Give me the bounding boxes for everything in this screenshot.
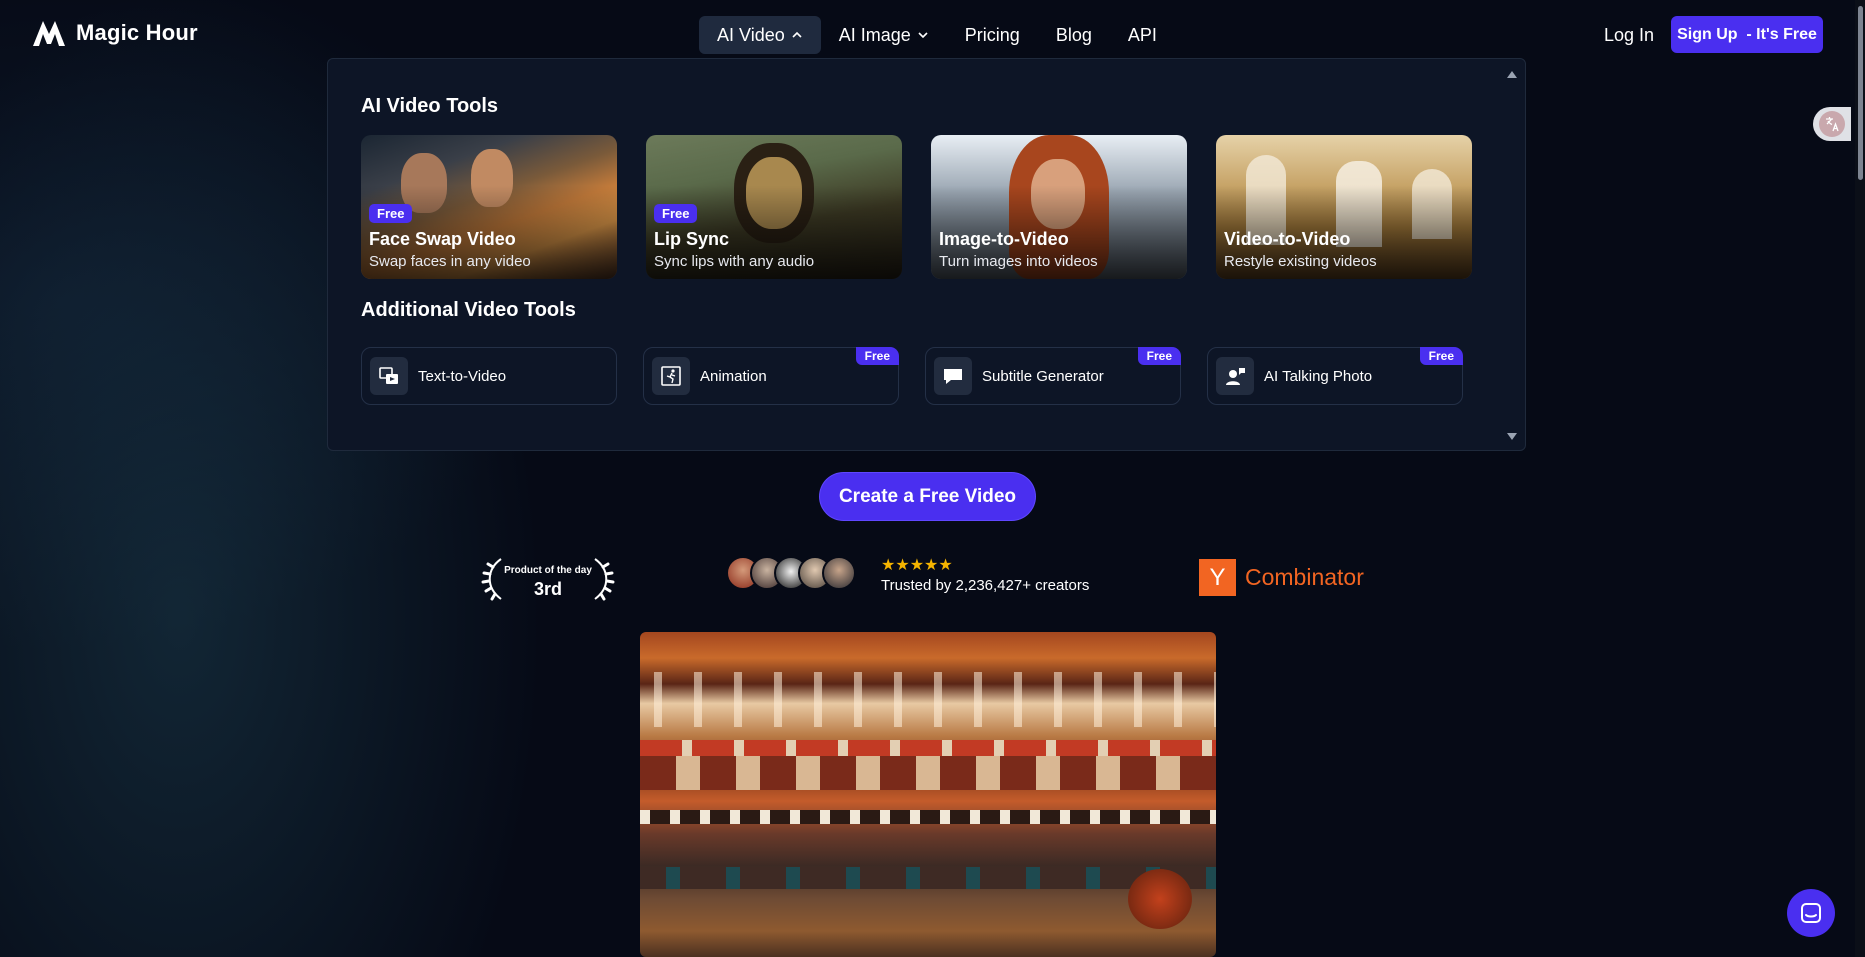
nav-ai-image-label: AI Image	[838, 25, 911, 45]
tool-label: Subtitle Generator	[982, 367, 1104, 385]
tool-subtitle-generator[interactable]: Subtitle Generator Free	[925, 347, 1181, 405]
dropdown-scroll-up-icon[interactable]	[1507, 71, 1517, 78]
tool-label: Text-to-Video	[418, 367, 507, 385]
dropdown-scroll-down-icon[interactable]	[1507, 433, 1517, 440]
create-free-video-button[interactable]: Create a Free Video	[820, 473, 1035, 520]
yc-icon: Y	[1199, 559, 1236, 596]
animation-icon	[652, 357, 690, 395]
free-badge: Free	[1419, 347, 1463, 365]
talking-person-icon	[1216, 357, 1254, 395]
card-title: Image-to-Video	[939, 229, 1069, 249]
avatar	[822, 556, 856, 590]
card-title: Face Swap Video	[369, 229, 516, 249]
card-subtitle: Restyle existing videos	[1224, 253, 1377, 270]
tool-animation[interactable]: Animation Free	[643, 347, 899, 405]
brand-name: Magic Hour	[76, 20, 198, 45]
free-badge: Free	[1137, 347, 1181, 365]
translate-icon	[1819, 111, 1845, 137]
y-combinator-logo: Y Combinator	[1199, 559, 1364, 596]
card-face-swap-video[interactable]: Free Face Swap Video Swap faces in any v…	[361, 135, 617, 279]
product-of-the-day-badge[interactable]: Product of the day 3rd	[481, 557, 615, 601]
nav-api[interactable]: API	[1110, 16, 1175, 54]
potd-rank: 3rd	[533, 579, 562, 599]
free-badge: Free	[654, 204, 698, 223]
text-to-video-icon	[370, 357, 408, 395]
additional-tools: Text-to-Video Animation Free Subtitle Ge…	[361, 347, 1463, 405]
autumn-tree	[1128, 869, 1192, 929]
nav-ai-video-label: AI Video	[717, 25, 785, 45]
additional-video-tools-heading: Additional Video Tools	[361, 299, 576, 321]
chat-icon	[1801, 903, 1821, 923]
card-image-to-video[interactable]: Image-to-Video Turn images into videos	[931, 135, 1187, 279]
ai-video-tools-heading: AI Video Tools	[361, 95, 499, 117]
scrollbar-thumb[interactable]	[1858, 6, 1863, 180]
ai-video-dropdown: AI Video Tools Free Face Swap Video Swap…	[327, 58, 1526, 451]
card-subtitle: Sync lips with any audio	[654, 253, 815, 270]
card-video-to-video[interactable]: Video-to-Video Restyle existing videos	[1216, 135, 1472, 279]
tool-label: AI Talking Photo	[1264, 367, 1373, 385]
tool-text-to-video[interactable]: Text-to-Video	[361, 347, 617, 405]
login-link[interactable]: Log In	[1604, 16, 1654, 54]
brand-logo[interactable]: Magic Hour	[32, 18, 198, 48]
card-lip-sync[interactable]: Free Lip Sync Sync lips with any audio	[646, 135, 902, 279]
nav-ai-image[interactable]: AI Image	[821, 16, 947, 54]
rating-stars-icon: ★★★★★	[881, 557, 953, 574]
nav-ai-video[interactable]: AI Video	[699, 16, 821, 54]
chevron-down-icon	[918, 32, 928, 39]
yc-wordmark: Combinator	[1245, 564, 1364, 590]
free-badge: Free	[855, 347, 899, 365]
translate-widget[interactable]	[1813, 107, 1851, 141]
free-badge: Free	[369, 204, 413, 223]
nav-pricing[interactable]: Pricing	[947, 16, 1038, 54]
card-subtitle: Turn images into videos	[939, 253, 1098, 270]
video-tool-cards: Free Face Swap Video Swap faces in any v…	[361, 135, 1472, 279]
tool-label: Animation	[700, 367, 767, 385]
card-title: Video-to-Video	[1224, 229, 1351, 249]
creator-avatars	[726, 556, 856, 590]
hero-video-preview[interactable]	[640, 632, 1216, 957]
tool-ai-talking-photo[interactable]: AI Talking Photo Free	[1207, 347, 1463, 405]
main-nav: AI Video AI Image Pricing Blog API	[699, 16, 1175, 54]
signup-button[interactable]: Sign Up - It's Free	[1671, 16, 1823, 53]
speech-bubble-icon	[934, 357, 972, 395]
card-title: Lip Sync	[654, 229, 730, 249]
nav-blog[interactable]: Blog	[1038, 16, 1110, 54]
magic-hour-logo-icon	[33, 21, 65, 46]
chat-launcher-button[interactable]	[1787, 889, 1835, 937]
trusted-by-text: Trusted by 2,236,427+ creators	[881, 577, 1090, 594]
chevron-up-icon	[792, 31, 802, 38]
potd-label: Product of the day	[504, 565, 592, 576]
card-subtitle: Swap faces in any video	[369, 253, 531, 270]
